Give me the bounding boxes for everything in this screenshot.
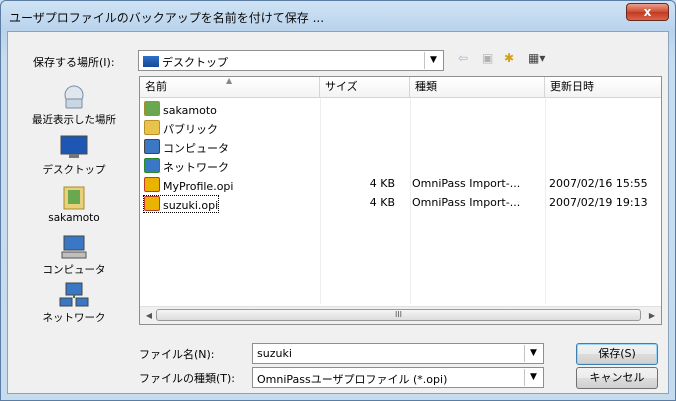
chevron-down-icon[interactable]: ▼: [524, 345, 542, 362]
column-date-label: 更新日時: [550, 80, 594, 93]
column-header-type[interactable]: 種類: [410, 77, 545, 97]
save-button[interactable]: 保存(S): [576, 343, 658, 365]
scroll-left-icon[interactable]: ◀: [142, 309, 156, 322]
save-dialog: ユーザプロファイルのバックアップを名前を付けて保存 ... x 保存する場所(I…: [0, 0, 676, 401]
filetype-value: OmniPassユーザプロファイル (*.opi): [257, 373, 448, 386]
place-desktop[interactable]: デスクトップ: [14, 134, 134, 177]
place-label: 最近表示した場所: [32, 114, 116, 126]
file-name: MyProfile.opi: [163, 180, 234, 193]
filename-input[interactable]: suzuki ▼: [252, 343, 544, 364]
cancel-button[interactable]: キャンセル: [576, 367, 658, 389]
computer-icon: [58, 234, 90, 260]
file-date: 2007/02/19 19:13: [549, 196, 648, 209]
list-item[interactable]: MyProfile.opi 4 KB OmniPass Import-... 2…: [140, 175, 661, 194]
desktop-icon: [58, 134, 90, 160]
title-bar[interactable]: ユーザプロファイルのバックアップを名前を付けて保存 ... x: [1, 1, 675, 31]
desktop-icon: [143, 56, 159, 67]
horizontal-scrollbar[interactable]: ◀ III ▶: [140, 306, 661, 324]
file-name: パブリック: [163, 123, 218, 136]
place-label: コンピュータ: [42, 264, 106, 276]
close-button[interactable]: x: [626, 3, 669, 21]
chevron-down-icon[interactable]: ▼: [424, 52, 442, 69]
dialog-body: 保存する場所(I): デスクトップ ▼ ⇦ ▣ ✱ ▦▾ 最近表示した場所 デス…: [7, 31, 669, 394]
column-header-date[interactable]: 更新日時: [545, 77, 661, 97]
file-size: 4 KB: [369, 177, 395, 190]
place-user[interactable]: sakamoto: [14, 184, 134, 224]
column-type-label: 種類: [415, 80, 437, 93]
place-network[interactable]: ネットワーク: [14, 282, 134, 325]
location-value: デスクトップ: [143, 54, 228, 70]
network-icon: [144, 158, 160, 173]
place-label: sakamoto: [48, 212, 100, 224]
user-folder-icon: [144, 101, 160, 116]
list-item[interactable]: パブリック: [140, 118, 661, 137]
file-type: OmniPass Import-...: [412, 196, 521, 209]
computer-icon: [144, 139, 160, 154]
filename-label: ファイル名(N):: [139, 348, 215, 361]
sort-ascending-icon: ▲: [226, 76, 233, 85]
file-name: suzuki.opi: [163, 199, 219, 212]
places-bar: 最近表示した場所 デスクトップ sakamoto コンピュータ ネットワーク: [14, 76, 134, 324]
scrollbar-thumb[interactable]: III: [156, 309, 641, 321]
column-header-size[interactable]: サイズ: [320, 77, 410, 97]
new-folder-icon[interactable]: ✱: [504, 50, 514, 66]
file-date: 2007/02/16 15:55: [549, 177, 648, 190]
filetype-select[interactable]: OmniPassユーザプロファイル (*.opi) ▼: [252, 367, 544, 388]
place-recent[interactable]: 最近表示した場所: [14, 84, 134, 127]
file-name: ネットワーク: [163, 161, 229, 174]
recent-places-icon: [58, 84, 90, 110]
list-item[interactable]: suzuki.opi 4 KB OmniPass Import-... 2007…: [140, 194, 661, 213]
column-size-label: サイズ: [325, 80, 358, 93]
scroll-right-icon[interactable]: ▶: [645, 309, 659, 322]
list-item[interactable]: sakamoto: [140, 99, 661, 118]
folder-icon: [144, 120, 160, 135]
header-divider: [140, 97, 661, 98]
file-name: sakamoto: [163, 104, 217, 117]
scroll-grip: III: [394, 310, 403, 319]
dialog-title: ユーザプロファイルのバックアップを名前を付けて保存 ...: [9, 11, 325, 25]
file-type: OmniPass Import-...: [412, 177, 521, 190]
back-icon[interactable]: ⇦: [458, 50, 468, 66]
omnipass-file-icon: [144, 177, 160, 192]
file-name: コンピュータ: [163, 142, 229, 155]
close-icon: x: [643, 5, 652, 19]
location-selected: デスクトップ: [162, 56, 228, 69]
filetype-label: ファイルの種類(T):: [139, 372, 236, 385]
list-item[interactable]: コンピュータ: [140, 137, 661, 156]
view-menu-icon[interactable]: ▦▾: [528, 50, 545, 66]
network-icon: [58, 282, 90, 308]
place-computer[interactable]: コンピュータ: [14, 234, 134, 277]
user-folder-icon: [58, 184, 90, 210]
file-size: 4 KB: [369, 196, 395, 209]
file-list[interactable]: 名前 ▲ サイズ 種類 更新日時 sakamoto パブリック コンピュータ ネ…: [139, 76, 662, 325]
location-combobox[interactable]: デスクトップ ▼: [138, 50, 444, 71]
chevron-down-icon[interactable]: ▼: [524, 369, 542, 386]
omnipass-file-icon: [144, 196, 160, 211]
column-name-label: 名前: [145, 80, 167, 93]
column-header-name[interactable]: 名前 ▲: [140, 77, 320, 97]
list-item[interactable]: ネットワーク: [140, 156, 661, 175]
filename-value[interactable]: suzuki: [257, 347, 292, 360]
place-label: デスクトップ: [42, 164, 106, 176]
location-label: 保存する場所(I):: [33, 56, 115, 69]
place-label: ネットワーク: [42, 312, 106, 324]
up-folder-icon[interactable]: ▣: [482, 50, 493, 66]
